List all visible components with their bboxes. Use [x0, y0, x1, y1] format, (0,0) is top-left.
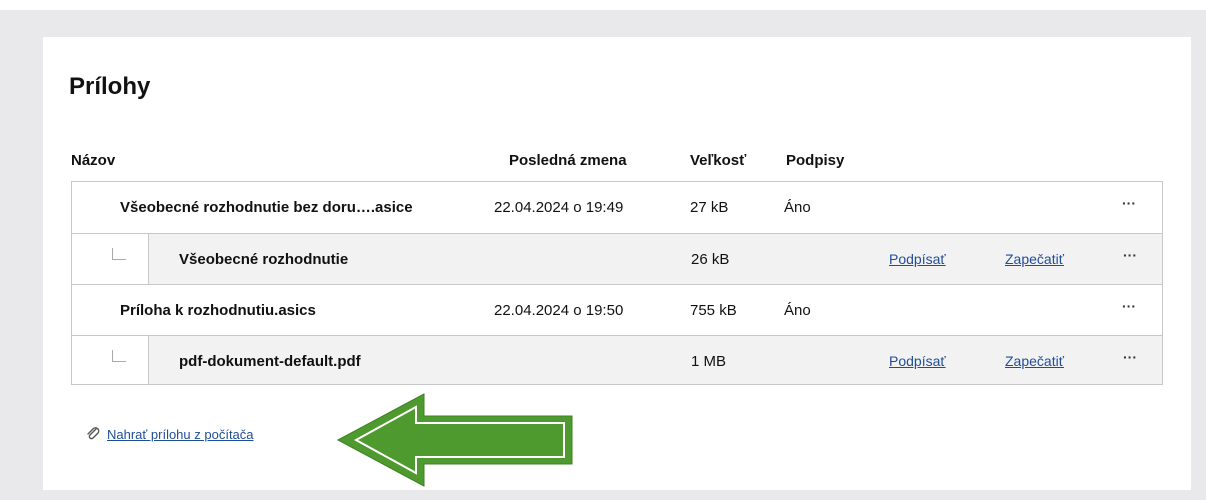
attachments-card: Prílohy Názov Posledná zmena Veľkosť Pod…	[43, 37, 1191, 490]
seal-link[interactable]: Zapečatiť	[1005, 353, 1064, 369]
paperclip-icon	[85, 425, 101, 444]
file-size: 26 kB	[691, 251, 730, 268]
more-options-icon[interactable]: ···	[1122, 195, 1136, 211]
child-row-bg: Všeobecné rozhodnutie 26 kB Podpísať Zap…	[148, 234, 1162, 285]
signatures-value: Áno	[784, 199, 811, 216]
file-size: 27 kB	[690, 199, 729, 216]
more-options-icon[interactable]: ···	[1123, 247, 1137, 263]
seal-link[interactable]: Zapečatiť	[1005, 251, 1064, 267]
sign-link[interactable]: Podpísať	[889, 251, 946, 267]
more-options-icon[interactable]: ···	[1122, 298, 1136, 314]
attachments-table: Všeobecné rozhodnutie bez doru….asice 22…	[71, 181, 1163, 385]
more-options-icon[interactable]: ···	[1123, 349, 1137, 365]
sign-link[interactable]: Podpísať	[889, 353, 946, 369]
upload-attachment-label[interactable]: Nahrať prílohu z počítača	[107, 427, 254, 442]
column-header-modified: Posledná zmena	[509, 152, 627, 169]
column-header-size: Veľkosť	[690, 152, 747, 169]
modified-date: 22.04.2024 o 19:49	[494, 199, 624, 216]
annotation-arrow-icon	[336, 393, 573, 487]
file-name[interactable]: Príloha k rozhodnutiu.asics	[120, 302, 316, 319]
top-strip	[0, 0, 1206, 10]
tree-elbow-icon	[112, 248, 126, 260]
column-header-name: Názov	[71, 152, 116, 169]
table-row[interactable]: pdf-dokument-default.pdf 1 MB Podpísať Z…	[72, 336, 1162, 384]
table-row[interactable]: Všeobecné rozhodnutie bez doru….asice 22…	[72, 182, 1162, 233]
file-size: 1 MB	[691, 353, 727, 370]
tree-elbow-icon	[112, 350, 126, 362]
table-row[interactable]: Príloha k rozhodnutiu.asics 22.04.2024 o…	[72, 285, 1162, 336]
file-size: 755 kB	[690, 302, 737, 319]
file-name[interactable]: Všeobecné rozhodnutie bez doru….asice	[120, 199, 413, 216]
column-header-signatures: Podpisy	[786, 152, 845, 169]
upload-attachment-link[interactable]: Nahrať prílohu z počítača	[85, 425, 254, 444]
file-name[interactable]: pdf-dokument-default.pdf	[179, 353, 361, 370]
file-name[interactable]: Všeobecné rozhodnutie	[179, 251, 348, 268]
section-title: Prílohy	[69, 73, 151, 100]
modified-date: 22.04.2024 o 19:50	[494, 302, 624, 319]
child-row-bg: pdf-dokument-default.pdf 1 MB Podpísať Z…	[148, 336, 1162, 384]
table-row[interactable]: Všeobecné rozhodnutie 26 kB Podpísať Zap…	[72, 234, 1162, 285]
signatures-value: Áno	[784, 302, 811, 319]
